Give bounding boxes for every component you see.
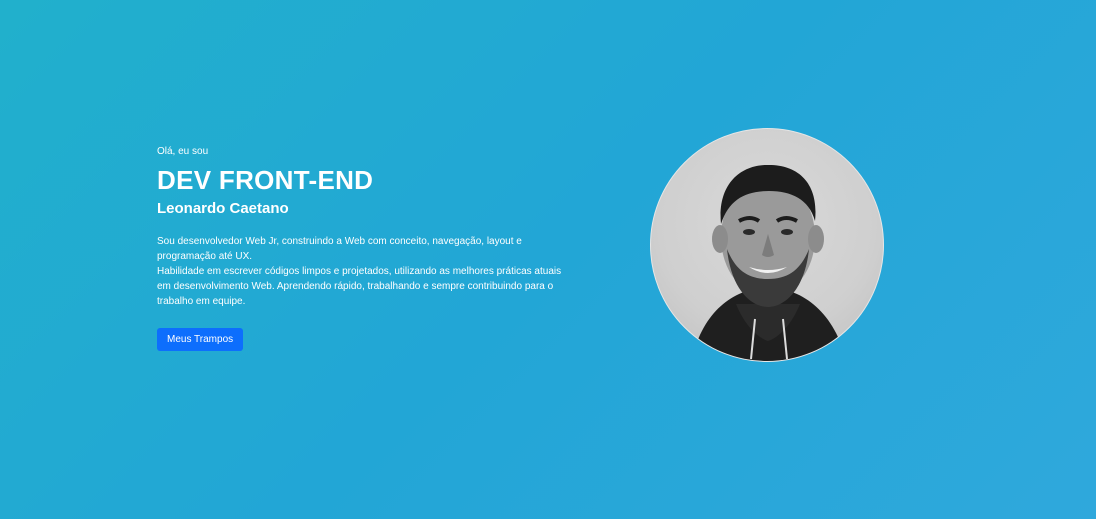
projects-button[interactable]: Meus Trampos (157, 328, 244, 351)
greeting-text: Olá, eu sou (157, 146, 209, 157)
bio-text: Sou desenvolvedor Web Jr, construindo a … (157, 234, 567, 309)
headline: DEV FRONT-END (157, 165, 374, 195)
hero-section: Olá, eu sou DEV FRONT-END Leonardo Caeta… (0, 0, 1096, 519)
bio-paragraph: Sou desenvolvedor Web Jr, construindo a … (157, 236, 522, 262)
profile-photo (650, 128, 884, 362)
portrait-illustration (691, 164, 847, 361)
bio-paragraph: Habilidade em escrever códigos limpos e … (157, 266, 562, 307)
intro-block: Olá, eu sou DEV FRONT-END Leonardo Caeta… (157, 146, 567, 351)
developer-name: Leonardo Caetano (157, 200, 289, 217)
